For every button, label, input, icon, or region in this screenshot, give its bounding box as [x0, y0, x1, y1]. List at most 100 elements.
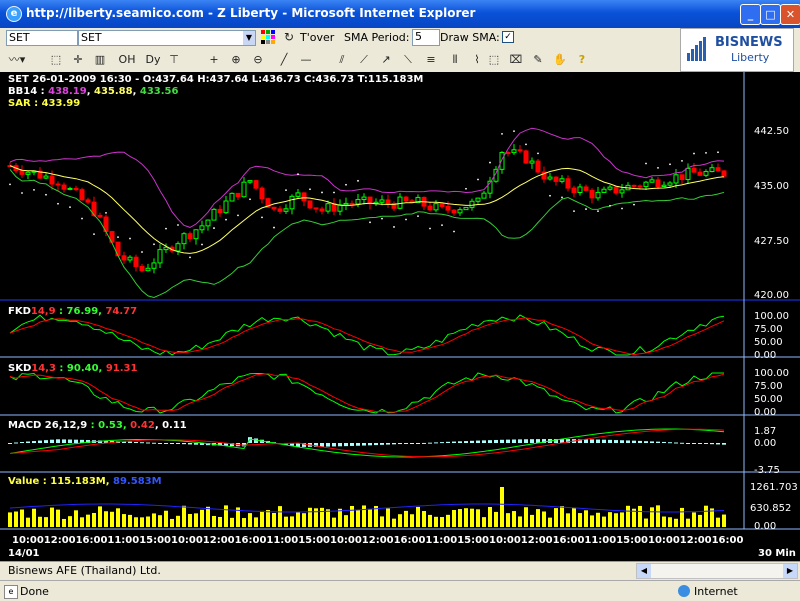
candle-body — [181, 233, 187, 245]
ohlc-icon[interactable]: OH — [116, 52, 138, 68]
crosshair-icon[interactable]: ✛ — [70, 52, 86, 68]
candle-body — [229, 192, 235, 202]
sar-dot — [141, 251, 143, 253]
zoom-out-icon[interactable]: ⊖ — [250, 52, 266, 68]
cycle-icon[interactable]: ⌇ — [466, 52, 488, 68]
sar-dot — [393, 226, 395, 228]
volume-bar — [278, 506, 282, 527]
sar-dot — [201, 243, 203, 246]
sar-dot — [477, 178, 479, 181]
symbol-select[interactable]: SET ▼ — [78, 30, 256, 46]
candle-body — [295, 192, 301, 197]
ie-icon: e — [6, 6, 22, 22]
candle-body — [613, 186, 619, 194]
parallel-icon[interactable]: ⟋ — [356, 52, 372, 68]
time-tick: 15:00 — [139, 535, 171, 546]
volume-bar — [122, 514, 126, 527]
trend-line-icon[interactable]: ╱ — [276, 52, 292, 68]
fibo-time-icon[interactable]: ⦀ — [444, 52, 466, 68]
volume-bar — [380, 516, 384, 527]
eraser-icon[interactable]: ✎ — [530, 52, 546, 68]
sar-dot — [669, 163, 671, 166]
macd-hist-bar — [188, 443, 192, 445]
macd-hist-bar — [626, 440, 630, 443]
volume-bar — [44, 517, 48, 527]
minimize-button[interactable]: _ — [740, 4, 761, 25]
macd-legend: MACD 26,12,9 : 0.53, 0.42, 0.11 — [8, 420, 187, 431]
candle-body — [199, 225, 205, 231]
chevron-down-icon[interactable]: ▼ — [243, 31, 255, 45]
scroll-right-icon[interactable]: ▶ — [783, 564, 797, 578]
candle-body — [337, 204, 343, 212]
channel-icon[interactable]: ⫽ — [334, 52, 350, 68]
volume-bar — [20, 509, 24, 527]
candle-body — [673, 174, 679, 184]
horizontal-line-icon[interactable]: — — [298, 52, 314, 68]
symbol-input[interactable]: SET — [6, 30, 78, 46]
transform-icon[interactable]: ⊤ — [166, 52, 182, 68]
chart-area[interactable]: SET 26-01-2009 16:30 - O:437.64 H:437.64… — [0, 72, 800, 561]
color-grid-icon[interactable] — [260, 30, 276, 46]
fan-icon[interactable]: ⟍ — [400, 52, 416, 68]
sma-period-input[interactable]: 5 — [412, 29, 440, 46]
y-axis-labels: 442.50 435.00 427.50 420.00 100.00 75.00… — [750, 126, 798, 532]
arrow-line-icon[interactable]: ↗ — [378, 52, 394, 68]
macd-hist-bar — [608, 439, 612, 443]
volume-bar — [128, 514, 132, 527]
close-button[interactable]: ✕ — [780, 4, 800, 25]
delete-icon[interactable]: ⌧ — [508, 52, 524, 68]
volume-bar — [602, 516, 606, 527]
time-tick: 11:00 — [107, 535, 139, 546]
candle-body — [97, 214, 103, 218]
candle-body — [589, 189, 595, 199]
date-label: 14/01 — [8, 548, 40, 559]
volume-bar — [110, 511, 114, 527]
logo-sub: Liberty — [731, 51, 770, 64]
maximize-button[interactable]: □ — [760, 4, 781, 25]
candle-body — [349, 202, 355, 205]
status-done: Done — [20, 585, 49, 598]
macd-hist-bar — [14, 442, 18, 444]
macd-hist-bar — [650, 441, 654, 443]
volume-bar — [494, 511, 498, 527]
cross-tool-icon[interactable]: + — [206, 52, 222, 68]
volume-bar — [80, 517, 84, 527]
horizontal-scrollbar[interactable]: ◀ ▶ — [636, 563, 798, 579]
macd-hist-bar — [62, 439, 66, 443]
macd-hist-bar — [632, 440, 636, 443]
macd-hist-bar — [698, 443, 702, 444]
pointer-icon[interactable]: ⬚ — [48, 52, 64, 68]
chart-type-icon[interactable]: 〰▾ — [6, 52, 28, 68]
select-icon[interactable]: ⬚ — [486, 52, 502, 68]
time-tick: 10:00 — [12, 535, 44, 546]
volume-bar — [62, 518, 66, 527]
volume-bar — [368, 509, 372, 527]
time-tick: 10:00 — [648, 535, 680, 546]
fibo-icon[interactable]: ≡ — [420, 52, 442, 68]
macd-hist-bar — [524, 439, 528, 443]
price-layer — [7, 127, 727, 299]
time-tick: 16:00 — [712, 535, 744, 546]
candle-body — [193, 229, 199, 240]
refresh-icon[interactable]: ↻ — [282, 29, 296, 45]
volume-bar — [560, 506, 564, 527]
macd-hist-bar — [476, 440, 480, 443]
volume-bar — [242, 518, 246, 527]
zoom-in-icon[interactable]: ⊕ — [228, 52, 244, 68]
sar-dot — [309, 188, 311, 191]
hand-icon[interactable]: ✋ — [552, 52, 568, 68]
volume-bar — [386, 508, 390, 527]
macd-val2: 0.42 — [130, 420, 155, 431]
bar-chart-icon[interactable]: ▥ — [92, 52, 108, 68]
macd-hist-bar — [614, 440, 618, 443]
volume-layer — [8, 487, 726, 527]
chart-canvas[interactable]: SET 26-01-2009 16:30 - O:437.64 H:437.64… — [0, 72, 800, 561]
draw-sma-checkbox[interactable]: ✓ — [502, 31, 514, 43]
volume-bar — [530, 514, 534, 527]
day-icon[interactable]: Dy — [142, 52, 164, 68]
volume-bar — [260, 510, 264, 527]
time-tick: 11:00 — [425, 535, 457, 546]
volume-bar — [248, 513, 252, 527]
help-icon[interactable]: ? — [574, 52, 590, 68]
scroll-left-icon[interactable]: ◀ — [637, 564, 651, 578]
